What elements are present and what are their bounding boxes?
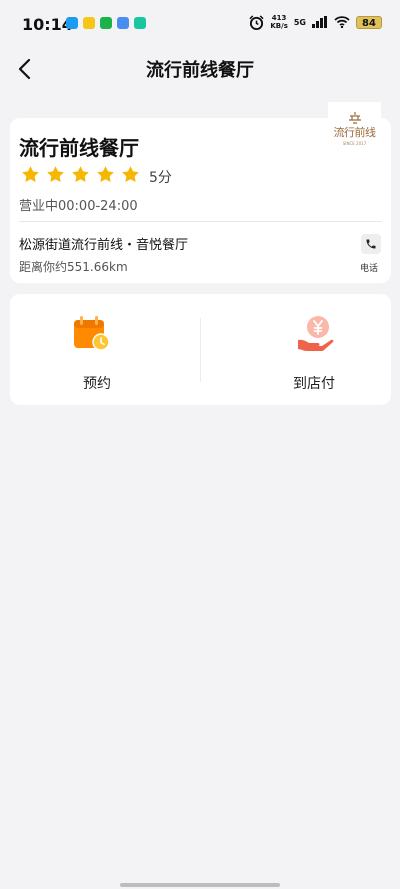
star-icon	[22, 166, 39, 182]
signal-icon	[312, 16, 327, 28]
notification-icon	[117, 17, 129, 29]
divider	[19, 221, 382, 222]
restaurant-logo: 流行前线 SINCE 2017	[328, 102, 381, 155]
business-hours: 营业中00:00-24:00	[19, 199, 138, 214]
notification-icon	[66, 17, 78, 29]
star-icon	[47, 166, 64, 182]
network-type: 5G	[293, 17, 306, 27]
calendar-clock-icon	[74, 316, 110, 351]
net-speed-value: 413	[271, 14, 287, 22]
battery-indicator: 84	[356, 15, 382, 29]
restaurant-name: 流行前线餐厅	[19, 136, 139, 160]
phone-button[interactable]	[361, 234, 381, 254]
logo-emblem-icon	[348, 111, 361, 124]
pay-in-store-button[interactable]: 到店付	[201, 294, 391, 405]
rating-stars	[21, 165, 140, 184]
rating-score: 5分	[149, 170, 172, 186]
notification-icons	[66, 17, 146, 29]
status-right: 413 KB/s 5G 84	[249, 14, 382, 30]
home-indicator[interactable]	[120, 883, 280, 887]
restaurant-address: 松源街道流行前线・音悦餐厅	[19, 238, 189, 253]
notification-icon	[134, 17, 146, 29]
nav-bar: 流行前线餐厅	[0, 46, 400, 92]
wifi-icon	[334, 16, 350, 28]
phone-icon	[366, 239, 376, 249]
notification-icon	[83, 17, 95, 29]
net-speed-unit: KB/s	[270, 22, 288, 30]
reserve-button[interactable]: 预约	[10, 294, 200, 405]
distance-text: 距离你约551.66km	[19, 260, 128, 274]
net-speed: 413 KB/s	[270, 14, 287, 30]
logo-subtext: SINCE 2017	[342, 140, 367, 146]
status-bar: 10:14 413 KB/s 5G 84	[0, 0, 400, 46]
pay-in-store-label: 到店付	[293, 376, 335, 392]
logo-text: 流行前线	[333, 125, 377, 139]
phone-label: 电话	[360, 264, 379, 274]
star-icon	[97, 166, 114, 182]
star-icon	[72, 166, 89, 182]
alarm-icon	[249, 14, 264, 30]
notification-icon	[100, 17, 112, 29]
page-title: 流行前线餐厅	[146, 60, 254, 81]
star-icon	[122, 166, 139, 182]
actions-card: 预约 到店付	[10, 294, 391, 405]
hand-yen-icon	[298, 316, 334, 351]
reserve-label: 预约	[83, 376, 111, 392]
